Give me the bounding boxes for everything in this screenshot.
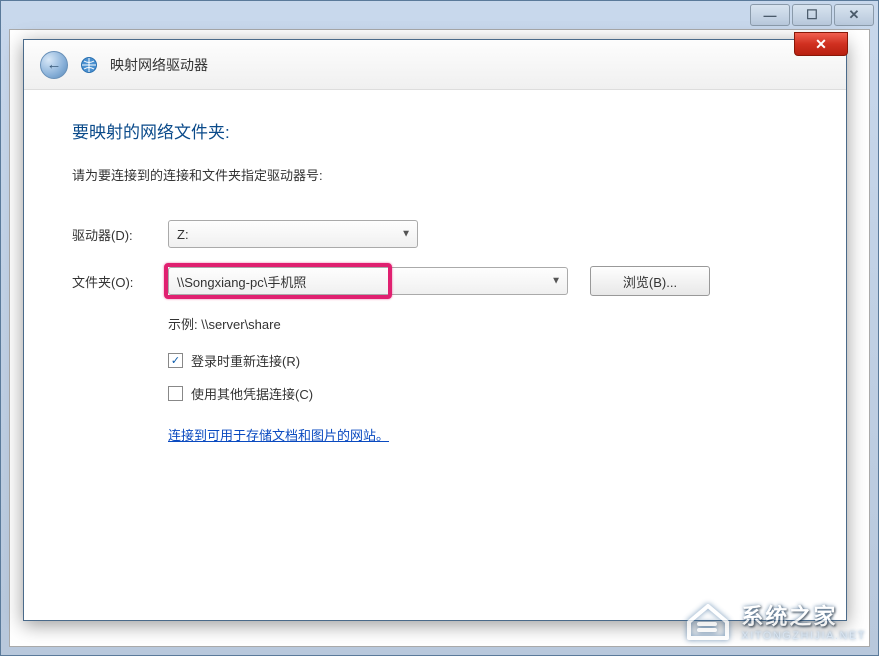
browse-button[interactable]: 浏览(B)... [590, 266, 710, 296]
folder-combobox[interactable]: \\Songxiang-pc\手机照 ▼ [168, 267, 568, 295]
dialog-header: ← 映射网络驱动器 [24, 40, 846, 90]
folder-value: \\Songxiang-pc\手机照 [177, 272, 306, 291]
credentials-checkbox[interactable] [168, 386, 183, 401]
watermark-text-cn: 系统之家 [741, 604, 866, 630]
map-network-drive-dialog: ✕ ← 映射网络驱动器 要映射的网络文件夹: 请为要连接到的连接和文件夹指定驱动… [23, 39, 847, 621]
parent-window: — ☐ ✕ ✕ ← 映射网络驱动器 要映射的网络文件夹: 请为要连接到的连接和文… [0, 0, 879, 656]
back-arrow-icon: ← [47, 56, 62, 73]
main-heading: 要映射的网络文件夹: [72, 118, 798, 143]
dialog-title: 映射网络驱动器 [110, 55, 208, 75]
instruction-text: 请为要连接到的连接和文件夹指定驱动器号: [72, 165, 798, 184]
parent-caption-bar: — ☐ ✕ [1, 1, 878, 29]
example-text: 示例: \\server\share [168, 314, 798, 333]
folder-row: 文件夹(O): \\Songxiang-pc\手机照 ▼ 浏览(B)... [72, 266, 798, 296]
check-icon: ✓ [171, 354, 180, 367]
watermark: 系统之家 XITONGZHIJIA.NET [685, 600, 866, 647]
dialog-caption-bar: ✕ [794, 32, 848, 56]
chevron-down-icon: ▼ [401, 229, 411, 240]
credentials-checkbox-row[interactable]: 使用其他凭据连接(C) [168, 384, 798, 403]
reconnect-checkbox-row[interactable]: ✓ 登录时重新连接(R) [168, 351, 798, 370]
folder-label: 文件夹(O): [72, 272, 168, 291]
watermark-text-en: XITONGZHIJIA.NET [741, 630, 866, 643]
dialog-body: 要映射的网络文件夹: 请为要连接到的连接和文件夹指定驱动器号: 驱动器(D): … [24, 90, 846, 473]
network-drive-icon [80, 56, 98, 74]
chevron-down-icon: ▼ [551, 276, 561, 287]
drive-label: 驱动器(D): [72, 225, 168, 244]
reconnect-checkbox[interactable]: ✓ [168, 353, 183, 368]
parent-close-button[interactable]: ✕ [834, 4, 874, 26]
drive-value: Z: [177, 227, 189, 242]
reconnect-label: 登录时重新连接(R) [191, 351, 300, 370]
drive-row: 驱动器(D): Z: ▼ [72, 220, 798, 248]
storage-website-link[interactable]: 连接到可用于存储文档和图片的网站。 [168, 425, 389, 444]
back-button[interactable]: ← [40, 51, 68, 79]
credentials-label: 使用其他凭据连接(C) [191, 384, 313, 403]
minimize-button[interactable]: — [750, 4, 790, 26]
maximize-button[interactable]: ☐ [792, 4, 832, 26]
close-button[interactable]: ✕ [794, 32, 848, 56]
watermark-logo-icon [685, 600, 731, 647]
drive-combobox[interactable]: Z: ▼ [168, 220, 418, 248]
